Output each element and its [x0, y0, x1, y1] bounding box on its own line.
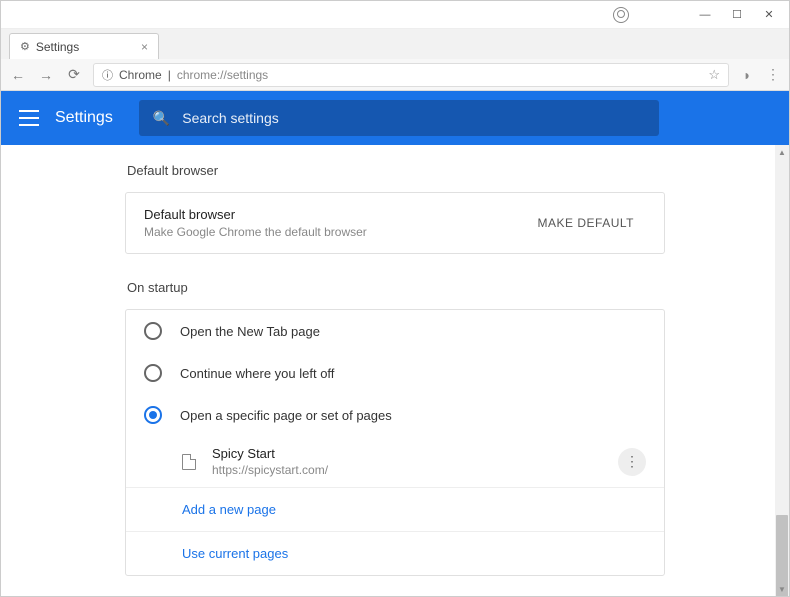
url-scheme-label: Chrome — [119, 68, 162, 82]
scrollbar[interactable]: ▲ ▼ — [775, 145, 789, 596]
use-current-pages-link[interactable]: Use current pages — [126, 531, 664, 575]
radio-icon — [144, 322, 162, 340]
search-input[interactable] — [182, 110, 645, 126]
gear-icon: ⚙ — [20, 40, 30, 53]
section-label-on-startup: On startup — [125, 280, 665, 295]
startup-page-row: Spicy Start https://spicystart.com/ ⋮ — [126, 436, 664, 487]
startup-option-continue[interactable]: Continue where you left off — [126, 352, 664, 394]
startup-option-specific-page[interactable]: Open a specific page or set of pages — [126, 394, 664, 436]
section-label-default-browser: Default browser — [125, 163, 665, 178]
default-browser-title: Default browser — [144, 207, 526, 222]
radio-label: Continue where you left off — [180, 366, 334, 381]
radio-label: Open the New Tab page — [180, 324, 320, 339]
add-new-page-link[interactable]: Add a new page — [126, 487, 664, 531]
url-text: chrome://settings — [177, 68, 268, 82]
radio-icon — [144, 364, 162, 382]
radio-icon-checked — [144, 406, 162, 424]
extensions-icon[interactable]: ◗ — [739, 67, 755, 83]
minimize-button[interactable]: — — [689, 4, 721, 26]
maximize-button[interactable]: ☐ — [721, 4, 753, 26]
browser-tab[interactable]: ⚙ Settings × — [9, 33, 159, 59]
menu-icon[interactable]: ⋮ — [765, 66, 781, 83]
close-window-button[interactable]: ✕ — [753, 4, 785, 26]
more-actions-button[interactable]: ⋮ — [618, 448, 646, 476]
bookmark-star-icon[interactable]: ☆ — [708, 67, 720, 83]
startup-page-name: Spicy Start — [212, 446, 602, 461]
startup-option-new-tab[interactable]: Open the New Tab page — [126, 310, 664, 352]
default-browser-subtitle: Make Google Chrome the default browser — [144, 225, 526, 239]
startup-page-url: https://spicystart.com/ — [212, 463, 602, 477]
profile-icon[interactable] — [613, 7, 629, 23]
reload-button[interactable]: ⟳ — [65, 66, 83, 83]
forward-button[interactable]: → — [37, 67, 55, 83]
close-tab-icon[interactable]: × — [141, 40, 148, 54]
settings-header: Settings 🔍 — [1, 91, 789, 145]
default-browser-card: Default browser Make Google Chrome the d… — [125, 192, 665, 254]
make-default-button[interactable]: MAKE DEFAULT — [526, 208, 646, 238]
hamburger-menu-icon[interactable] — [19, 110, 39, 126]
search-icon: 🔍 — [153, 110, 170, 127]
radio-label: Open a specific page or set of pages — [180, 408, 392, 423]
back-button[interactable]: ← — [9, 67, 27, 83]
search-settings-box[interactable]: 🔍 — [139, 100, 659, 136]
site-info-icon: ⓘ — [102, 67, 113, 83]
scroll-down-arrow[interactable]: ▼ — [775, 582, 789, 596]
page-title: Settings — [55, 109, 113, 127]
on-startup-card: Open the New Tab page Continue where you… — [125, 309, 665, 576]
scroll-up-arrow[interactable]: ▲ — [775, 145, 789, 159]
address-bar: ← → ⟳ ⓘ Chrome | chrome://settings ☆ ◗ ⋮ — [1, 59, 789, 91]
window-titlebar: — ☐ ✕ — [1, 1, 789, 29]
omnibox[interactable]: ⓘ Chrome | chrome://settings ☆ — [93, 63, 729, 87]
tab-title: Settings — [36, 40, 79, 54]
tab-strip: ⚙ Settings × — [1, 29, 789, 59]
page-icon — [182, 454, 196, 470]
settings-content: pcrisk.com Default browser Default brows… — [1, 145, 789, 596]
